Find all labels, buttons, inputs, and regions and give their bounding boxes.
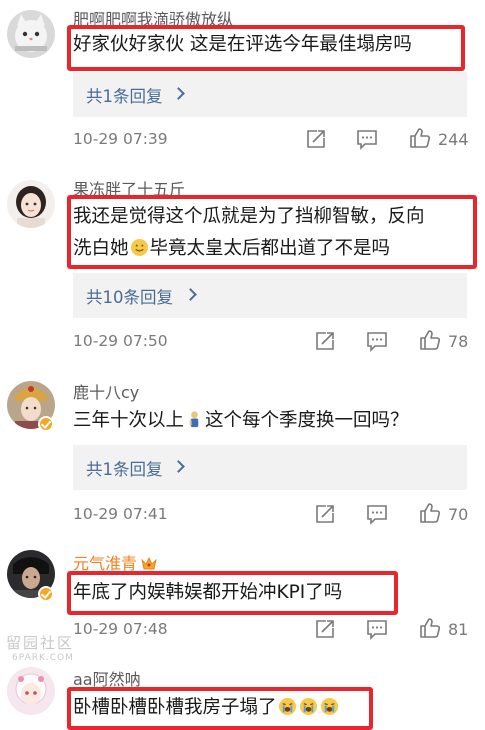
like-count: 70 (448, 505, 469, 524)
verified-badge-icon (38, 416, 54, 432)
like-count: 81 (448, 620, 469, 639)
avatar[interactable] (7, 667, 55, 715)
share-icon[interactable] (314, 330, 336, 352)
watermark: 留园社区 6PARK.COM (6, 632, 96, 666)
highlight-box (67, 571, 398, 615)
like-icon[interactable] (419, 329, 441, 351)
highlight-box (67, 195, 477, 269)
timestamp: 10-29 07:41 (73, 505, 168, 523)
timestamp: 10-29 07:50 (73, 332, 168, 350)
chevron-right-icon (172, 460, 185, 473)
replies-label: 共10条回复 (86, 288, 173, 307)
replies-label: 共1条回复 (86, 460, 163, 479)
comment-text-part: 这个每个季度换一回吗？ (205, 410, 409, 431)
cat-avatar-icon (7, 10, 55, 58)
like-icon[interactable] (419, 502, 441, 524)
chevron-right-icon (172, 87, 185, 100)
replies-button[interactable]: 共1条回复 (73, 445, 467, 490)
comment-icon[interactable] (366, 618, 388, 640)
replies-label: 共1条回复 (86, 87, 163, 106)
comment-icon[interactable] (366, 503, 388, 525)
avatar[interactable] (7, 180, 55, 228)
like-icon[interactable] (419, 617, 441, 639)
comment-icon[interactable] (356, 128, 378, 150)
figure-emoji-icon (189, 411, 199, 428)
like-icon[interactable] (409, 127, 431, 149)
anime-avatar-icon (7, 667, 55, 715)
avatar[interactable] (7, 10, 55, 58)
share-icon[interactable] (314, 503, 336, 525)
watermark-bottom: 6PARK.COM (12, 653, 74, 663)
highlight-box (67, 25, 465, 71)
crown-icon (141, 557, 157, 570)
watermark-top: 留园社区 (6, 634, 75, 652)
replies-button[interactable]: 共1条回复 (73, 72, 467, 117)
like-count: 244 (438, 130, 469, 149)
verified-badge-icon (38, 586, 54, 602)
highlight-box (67, 687, 373, 730)
share-icon[interactable] (314, 618, 336, 640)
comment-text: 三年十次以上 这个每个季度换一回吗？ (73, 405, 409, 436)
replies-button[interactable]: 共10条回复 (73, 273, 467, 318)
username[interactable]: 鹿十八cy (73, 379, 139, 403)
comment-text-part: 三年十次以上 (73, 410, 185, 431)
girl-avatar-icon (7, 180, 55, 228)
like-count: 78 (448, 332, 469, 351)
chevron-right-icon (184, 288, 197, 301)
timestamp: 10-29 07:39 (73, 130, 168, 148)
comment-icon[interactable] (366, 330, 388, 352)
share-icon[interactable] (305, 128, 327, 150)
